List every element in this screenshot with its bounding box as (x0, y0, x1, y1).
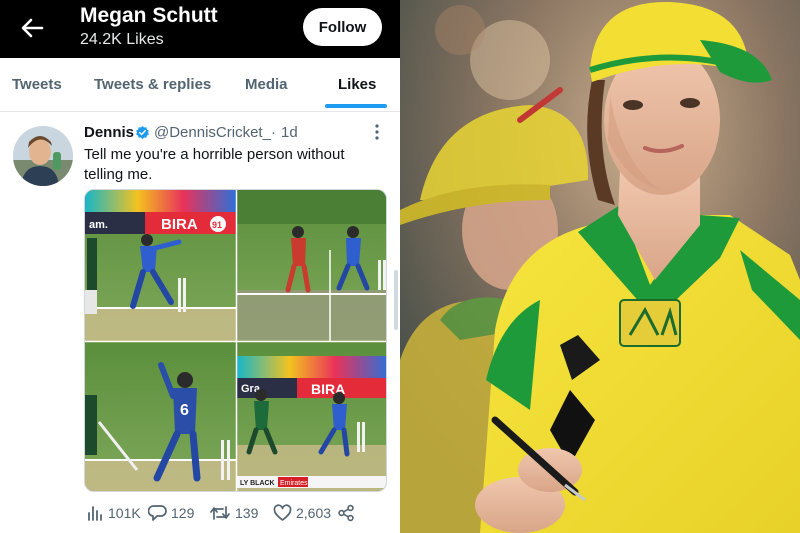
bar-chart-icon (88, 506, 102, 521)
tweet-text: Tell me you're a horrible person without… (84, 146, 345, 183)
reply-count: 129 (171, 505, 195, 521)
retweet-arrows-icon (210, 506, 230, 520)
broadcast-ticker-brand: Emirates (280, 480, 308, 487)
tweet-media-image[interactable]: am. BIRA 91 6 Gra. BIRA LY BLACK Emirate… (84, 189, 387, 492)
meta-separator: · (271, 124, 276, 141)
tweet-author-handle[interactable]: @DennisCricket_ (154, 124, 271, 141)
retweet-count: 139 (235, 505, 259, 521)
collage-panel-top-left: am. BIRA 91 (85, 190, 236, 341)
share-icon (338, 504, 354, 522)
cricketer-photo (400, 0, 800, 533)
heart-icon (273, 504, 292, 521)
views-count: 101K (108, 505, 141, 521)
reply-button[interactable]: 129 (148, 504, 194, 522)
ad-board-brand-number: 91 (212, 220, 222, 230)
verified-badge-icon (136, 125, 149, 140)
views-button[interactable]: 101K (86, 504, 141, 522)
follow-button[interactable]: Follow (303, 8, 382, 46)
player-shirt-number: 6 (180, 402, 189, 419)
scrollbar-thumb[interactable] (394, 270, 398, 330)
back-button[interactable] (18, 14, 46, 42)
tab-tweets-replies[interactable]: Tweets & replies (94, 76, 211, 93)
ad-board-brand: BIRA (161, 216, 198, 233)
tweet-timestamp[interactable]: 1d (281, 124, 298, 141)
profile-name: Megan Schutt (80, 4, 218, 27)
tab-tweets[interactable]: Tweets (12, 76, 62, 93)
speech-bubble-icon (148, 505, 167, 521)
active-tab-indicator (325, 104, 387, 108)
like-count: 2,603 (296, 505, 332, 521)
twitter-profile-panel: Megan Schutt 24.2K Likes Follow Tweets T… (0, 0, 400, 533)
broadcast-ticker-text: LY BLACK (240, 480, 275, 487)
tab-likes[interactable]: Likes (338, 76, 376, 93)
ad-board-text-left: am. (89, 219, 108, 231)
profile-likes-count: 24.2K Likes (80, 31, 164, 48)
collage-panel-bottom-left: 6 (85, 342, 236, 491)
retweet-button[interactable]: 139 (209, 504, 258, 522)
avatar[interactable] (13, 126, 73, 186)
avatar-photo (13, 126, 73, 186)
more-vertical-icon[interactable] (370, 122, 384, 142)
cricket-run-out-collage: am. BIRA 91 6 Gra. BIRA LY BLACK Emirate… (85, 190, 386, 491)
cricketer-portrait (400, 0, 800, 533)
collage-panel-top-right (237, 190, 386, 341)
arrow-left-icon (21, 18, 44, 38)
share-button[interactable] (337, 504, 355, 522)
tweet-action-bar: 101K 129 139 2,603 (0, 501, 400, 527)
collage-panel-bottom-right: Gra. BIRA LY BLACK Emirates (237, 342, 386, 491)
tweet[interactable]: Dennis @DennisCricket_ · 1d Tell me you'… (0, 112, 400, 533)
tab-media[interactable]: Media (245, 76, 288, 93)
like-button[interactable]: 2,603 (273, 504, 331, 522)
profile-header-bar: Megan Schutt 24.2K Likes Follow (0, 0, 400, 58)
tweet-author-name[interactable]: Dennis (84, 124, 134, 141)
